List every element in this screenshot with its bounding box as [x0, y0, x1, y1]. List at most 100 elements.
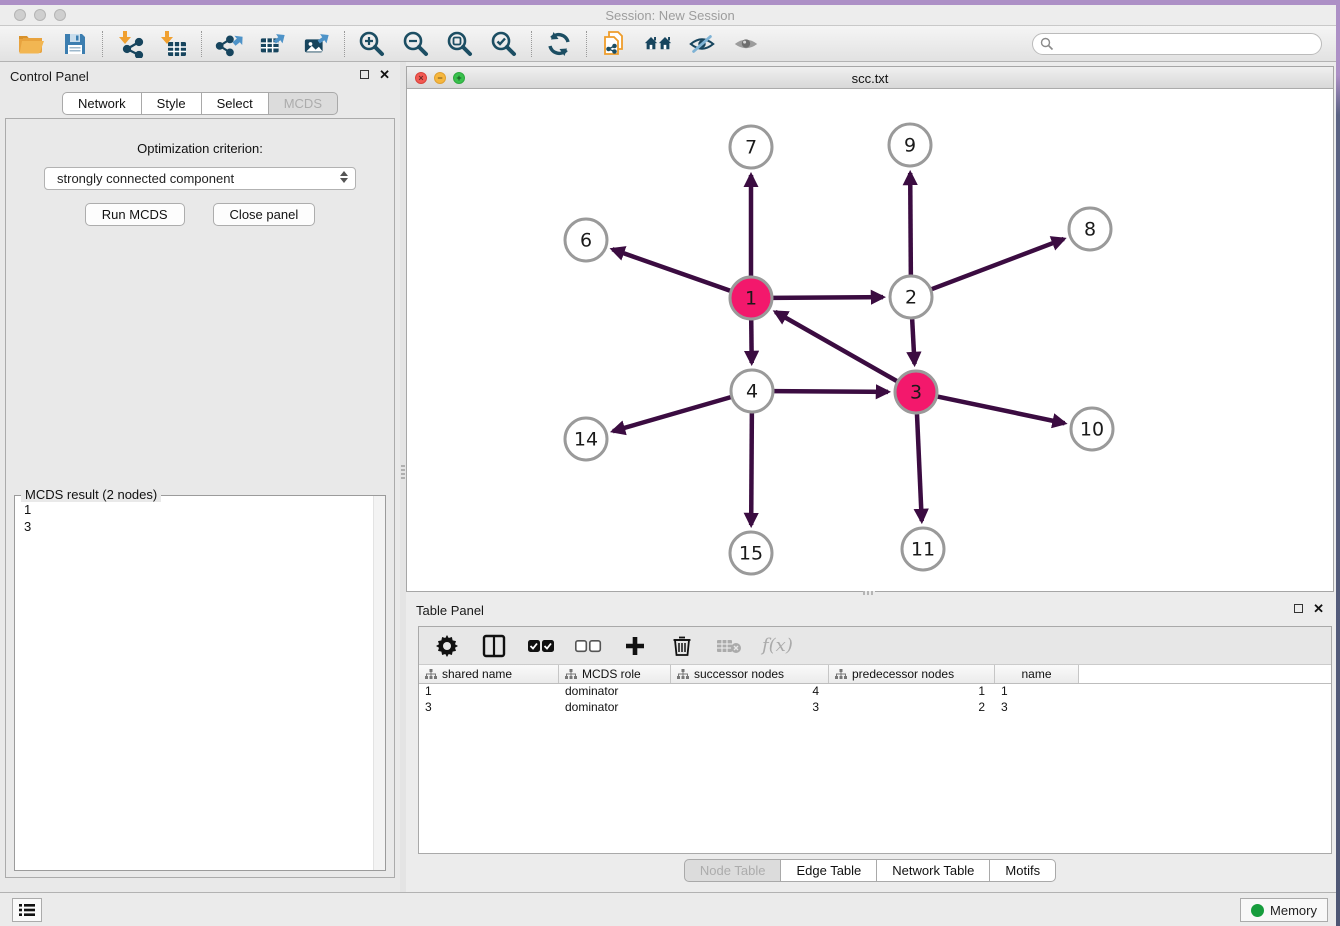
- table-toolbar: f(x): [419, 627, 1331, 665]
- splitter-grip[interactable]: [401, 465, 405, 479]
- column-header-name[interactable]: name: [995, 665, 1079, 683]
- graph-edge-4-14[interactable]: [613, 397, 731, 431]
- cell-predecessor-nodes[interactable]: 1: [829, 684, 995, 700]
- function-builder-fx-icon: f(x): [762, 635, 793, 656]
- graph-node-label-14: 14: [574, 429, 598, 451]
- mcds-result-title: MCDS result (2 nodes): [21, 487, 161, 502]
- graph-node-label-7: 7: [745, 137, 757, 159]
- graph-edge-1-2[interactable]: [773, 297, 883, 298]
- table-panel: Table Panel ✕: [406, 596, 1334, 888]
- import-table-icon[interactable]: [160, 30, 188, 58]
- memory-status-dot-icon: [1251, 904, 1264, 917]
- tab-select[interactable]: Select: [202, 92, 269, 115]
- clear-checkboxes-icon[interactable]: [574, 632, 602, 660]
- zoom-in-icon[interactable]: [358, 30, 386, 58]
- zoom-selected-icon[interactable]: [490, 30, 518, 58]
- graph-node-label-6: 6: [580, 230, 592, 252]
- column-header-predecessor-nodes[interactable]: predecessor nodes: [829, 665, 995, 683]
- run-mcds-button[interactable]: Run MCDS: [85, 203, 185, 226]
- cell-mcds-role[interactable]: dominator: [559, 684, 671, 700]
- graph-node-label-3: 3: [910, 382, 922, 404]
- network-view-window: × − + scc.txt 1234678910111415: [406, 66, 1334, 592]
- cell-name[interactable]: 1: [995, 684, 1079, 700]
- list-icon: [18, 903, 36, 917]
- export-image-icon[interactable]: [303, 30, 331, 58]
- graph-node-label-8: 8: [1084, 219, 1096, 241]
- cell-predecessor-nodes[interactable]: 2: [829, 700, 995, 716]
- add-entry-plus-icon[interactable]: [621, 632, 649, 660]
- search-input[interactable]: [1032, 33, 1322, 55]
- tab-style[interactable]: Style: [142, 92, 202, 115]
- graph-edge-3-11[interactable]: [917, 414, 922, 521]
- graph-node-label-11: 11: [911, 539, 935, 561]
- cell-shared-name[interactable]: 3: [419, 700, 559, 716]
- graph-edge-3-1[interactable]: [775, 312, 897, 381]
- zoom-out-icon[interactable]: [402, 30, 430, 58]
- export-network-icon[interactable]: [215, 30, 243, 58]
- float-table-panel-icon[interactable]: [1294, 604, 1303, 613]
- close-panel-icon[interactable]: ✕: [379, 69, 390, 80]
- network-view-titlebar[interactable]: × − + scc.txt: [407, 67, 1333, 89]
- float-panel-icon[interactable]: [360, 70, 369, 79]
- export-table-icon[interactable]: [259, 30, 287, 58]
- save-session-icon[interactable]: [61, 30, 89, 58]
- home-networks-icon[interactable]: [644, 30, 672, 58]
- graph-node-label-9: 9: [904, 135, 916, 157]
- tab-motifs[interactable]: Motifs: [990, 859, 1056, 882]
- search-icon: [1040, 37, 1054, 56]
- graph-node-label-10: 10: [1080, 419, 1104, 441]
- duplicate-network-icon[interactable]: [600, 30, 628, 58]
- column-header-mcds-role[interactable]: MCDS role: [559, 665, 671, 683]
- hide-elements-eye-icon[interactable]: [688, 30, 716, 58]
- optimization-criterion-label: Optimization criterion:: [6, 141, 394, 156]
- mcds-result-list[interactable]: 1 3: [15, 496, 385, 540]
- tab-network-table[interactable]: Network Table: [877, 859, 990, 882]
- optimization-criterion-select[interactable]: strongly connected component: [44, 167, 356, 190]
- network-resize-grip[interactable]: [863, 591, 875, 595]
- refresh-layout-icon[interactable]: [545, 30, 573, 58]
- graph-node-label-1: 1: [745, 288, 757, 310]
- graph-edge-3-10[interactable]: [938, 397, 1065, 424]
- graph-edge-4-15[interactable]: [751, 413, 752, 525]
- cell-successor-nodes[interactable]: 4: [671, 684, 829, 700]
- tab-node-table[interactable]: Node Table: [684, 859, 782, 882]
- tab-network[interactable]: Network: [62, 92, 142, 115]
- graph-edge-2-9[interactable]: [910, 173, 911, 275]
- select-all-checkboxes-icon[interactable]: [527, 632, 555, 660]
- split-columns-icon[interactable]: [480, 632, 508, 660]
- cell-name[interactable]: 3: [995, 700, 1079, 716]
- table-row[interactable]: 1 dominator 4 1 1: [419, 684, 1331, 700]
- settings-gear-icon[interactable]: [433, 632, 461, 660]
- window-title: Session: New Session: [0, 8, 1340, 23]
- network-canvas[interactable]: 1234678910111415: [407, 89, 1333, 591]
- tab-edge-table[interactable]: Edge Table: [781, 859, 877, 882]
- delete-entry-trash-icon[interactable]: [668, 632, 696, 660]
- cell-mcds-role[interactable]: dominator: [559, 700, 671, 716]
- result-line: 1: [24, 501, 376, 518]
- zoom-fit-icon[interactable]: [446, 30, 474, 58]
- graph-edge-1-6[interactable]: [612, 249, 730, 290]
- graph-edge-2-3[interactable]: [912, 319, 914, 364]
- result-scrollbar[interactable]: [373, 496, 385, 870]
- cell-successor-nodes[interactable]: 3: [671, 700, 829, 716]
- column-header-successor-nodes[interactable]: successor nodes: [671, 665, 829, 683]
- close-panel-button[interactable]: Close panel: [213, 203, 316, 226]
- task-history-button[interactable]: [12, 898, 42, 922]
- import-network-icon[interactable]: [116, 30, 144, 58]
- show-elements-eye-icon[interactable]: [732, 30, 760, 58]
- result-line: 3: [24, 518, 376, 535]
- graph-node-label-4: 4: [746, 381, 758, 403]
- graph-edge-4-3[interactable]: [774, 391, 888, 392]
- network-graph[interactable]: 1234678910111415: [407, 89, 1333, 591]
- main-titlebar: Session: New Session: [0, 5, 1340, 26]
- tab-mcds[interactable]: MCDS: [269, 92, 338, 115]
- table-row[interactable]: 3 dominator 3 2 3: [419, 700, 1331, 716]
- close-table-panel-icon[interactable]: ✕: [1313, 603, 1324, 614]
- network-view-title: scc.txt: [407, 71, 1333, 86]
- memory-button[interactable]: Memory: [1240, 898, 1328, 922]
- column-header-shared-name[interactable]: shared name: [419, 665, 559, 683]
- open-folder-icon[interactable]: [17, 30, 45, 58]
- graph-edge-2-8[interactable]: [932, 239, 1064, 289]
- main-toolbar: [0, 26, 1336, 62]
- cell-shared-name[interactable]: 1: [419, 684, 559, 700]
